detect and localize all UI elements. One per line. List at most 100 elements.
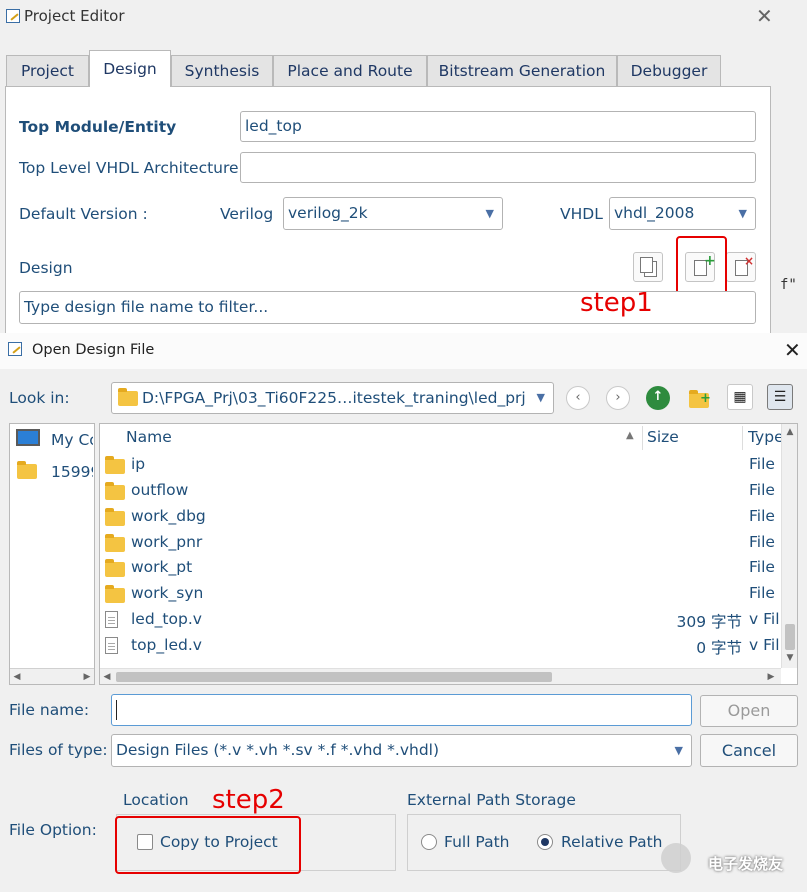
table-row[interactable]: top_led.v 0 字节 v Fil	[100, 635, 780, 657]
look-in-label: Look in:	[9, 389, 70, 407]
open-design-file-app-icon	[8, 342, 22, 356]
look-in-select[interactable]: D:\FPGA_Prj\03_Ti60F225…itestek_traning\…	[111, 382, 554, 414]
file-type: File	[749, 481, 775, 499]
delete-x-icon: ×	[744, 254, 755, 268]
open-design-file-close-icon[interactable]: ✕	[784, 338, 801, 362]
up-folder-icon[interactable]: ↑	[646, 386, 670, 410]
scroll-right-icon[interactable]: ▶	[764, 669, 778, 685]
column-header-name[interactable]: Name	[126, 428, 172, 446]
top-vhdl-arch-label: Top Level VHDL Architecture	[19, 159, 239, 177]
tab-place-and-route[interactable]: Place and Route	[273, 55, 427, 86]
vhdl-version-select[interactable]: vhdl_2008 ▼	[609, 197, 756, 230]
file-list-horizontal-scrollbar[interactable]: ◀ ▶	[100, 668, 781, 684]
forward-icon[interactable]: ›	[606, 386, 630, 410]
computer-icon	[16, 429, 40, 446]
column-header-size[interactable]: Size	[647, 428, 679, 446]
chevron-down-icon: ▼	[738, 207, 747, 220]
table-row[interactable]: ip File	[100, 454, 780, 476]
top-module-label: Top Module/Entity	[19, 118, 177, 136]
tab-debugger[interactable]: Debugger	[617, 55, 721, 86]
files-of-type-select[interactable]: Design Files (*.v *.vh *.sv *.f *.vhd *.…	[111, 734, 692, 767]
column-divider	[642, 426, 643, 450]
place-my-computer[interactable]: My Co	[51, 431, 93, 449]
file-name: ip	[131, 455, 146, 473]
chevron-down-icon: ▼	[674, 744, 683, 757]
scroll-up-icon[interactable]: ▲	[783, 424, 797, 440]
file-size: 0 字节	[696, 639, 742, 657]
sort-ascending-icon: ▲	[626, 430, 634, 441]
folder-icon	[105, 508, 125, 526]
verilog-version-select[interactable]: verilog_2k ▼	[283, 197, 503, 230]
project-editor-tabs: Project Design Synthesis Place and Route…	[6, 50, 781, 87]
table-row[interactable]: led_top.v 309 字节 v Fil	[100, 609, 780, 631]
top-module-input[interactable]: led_top	[240, 111, 756, 142]
folder-icon	[105, 534, 125, 552]
scroll-thumb[interactable]	[116, 672, 552, 682]
copy-files-button[interactable]	[633, 252, 663, 282]
tab-bitstream-generation[interactable]: Bitstream Generation	[427, 55, 617, 86]
file-type: v Fil	[749, 636, 780, 654]
table-row[interactable]: work_pt File	[100, 557, 780, 579]
scroll-left-icon[interactable]: ◀	[10, 669, 24, 685]
look-in-path: D:\FPGA_Prj\03_Ti60F225…itestek_traning\…	[142, 389, 526, 407]
file-name-input[interactable]	[111, 694, 692, 726]
table-row[interactable]: work_syn File	[100, 583, 780, 605]
copy-icon-back	[640, 257, 653, 273]
project-editor-title: Project Editor	[24, 7, 125, 25]
new-folder-button[interactable]: +	[688, 387, 711, 409]
file-name: top_led.v	[131, 636, 202, 654]
relative-path-radio[interactable]	[537, 834, 553, 850]
detail-view-icon[interactable]: ☰	[767, 384, 793, 410]
step1-annotation: step1	[580, 288, 653, 318]
folder-icon	[17, 461, 37, 479]
list-view-icon[interactable]: ▦	[727, 384, 753, 410]
step2-annotation: step2	[212, 785, 285, 815]
table-row[interactable]: work_pnr File	[100, 532, 780, 554]
top-vhdl-arch-input[interactable]	[240, 152, 756, 183]
scroll-right-icon[interactable]: ▶	[80, 669, 94, 685]
table-row[interactable]: work_dbg File	[100, 506, 780, 528]
folder-icon	[118, 388, 138, 406]
scroll-down-icon[interactable]: ▼	[783, 650, 797, 666]
tab-design[interactable]: Design	[89, 50, 171, 87]
step2-highlight-box	[115, 816, 301, 874]
project-editor-app-icon	[6, 9, 20, 23]
tab-synthesis[interactable]: Synthesis	[171, 55, 273, 86]
watermark-logo-icon	[661, 843, 691, 873]
external-path-storage-label: External Path Storage	[407, 791, 576, 809]
tab-project[interactable]: Project	[6, 55, 89, 86]
location-label: Location	[123, 791, 189, 809]
file-list-vertical-scrollbar[interactable]: ▲ ▼	[781, 424, 797, 668]
file-option-label: File Option:	[9, 821, 97, 839]
file-type: File	[749, 533, 775, 551]
default-version-label: Default Version :	[19, 205, 148, 223]
folder-icon	[105, 585, 125, 603]
full-path-label[interactable]: Full Path	[444, 833, 509, 851]
full-path-radio[interactable]	[421, 834, 437, 850]
plus-icon: +	[700, 391, 711, 406]
file-icon	[105, 637, 118, 654]
scroll-left-icon[interactable]: ◀	[100, 669, 114, 685]
watermark-text: 电子发烧友	[708, 855, 784, 873]
column-header-type[interactable]: Type	[748, 428, 781, 446]
back-icon[interactable]: ‹	[566, 386, 590, 410]
file-icon	[105, 611, 118, 628]
verilog-label: Verilog	[220, 205, 274, 223]
table-row[interactable]: outflow File	[100, 480, 780, 502]
project-editor-close-icon[interactable]: ✕	[756, 4, 773, 28]
file-size: 309 字节	[676, 613, 742, 631]
file-name: work_pnr	[131, 533, 203, 551]
file-name-label: File name:	[9, 701, 90, 719]
scroll-thumb[interactable]	[785, 624, 795, 650]
cancel-button[interactable]: Cancel	[700, 734, 798, 767]
file-type: File	[749, 455, 775, 473]
place-user-folder[interactable]: 15999	[51, 463, 93, 481]
relative-path-label[interactable]: Relative Path	[561, 833, 662, 851]
remove-design-file-button[interactable]: ×	[726, 252, 756, 282]
places-scrollbar[interactable]: ◀ ▶	[10, 668, 94, 684]
files-of-type-label: Files of type:	[9, 741, 108, 759]
file-name: outflow	[131, 481, 189, 499]
open-button[interactable]: Open	[700, 695, 798, 727]
chevron-down-icon: ▼	[532, 383, 545, 413]
vhdl-label: VHDL	[560, 205, 603, 223]
